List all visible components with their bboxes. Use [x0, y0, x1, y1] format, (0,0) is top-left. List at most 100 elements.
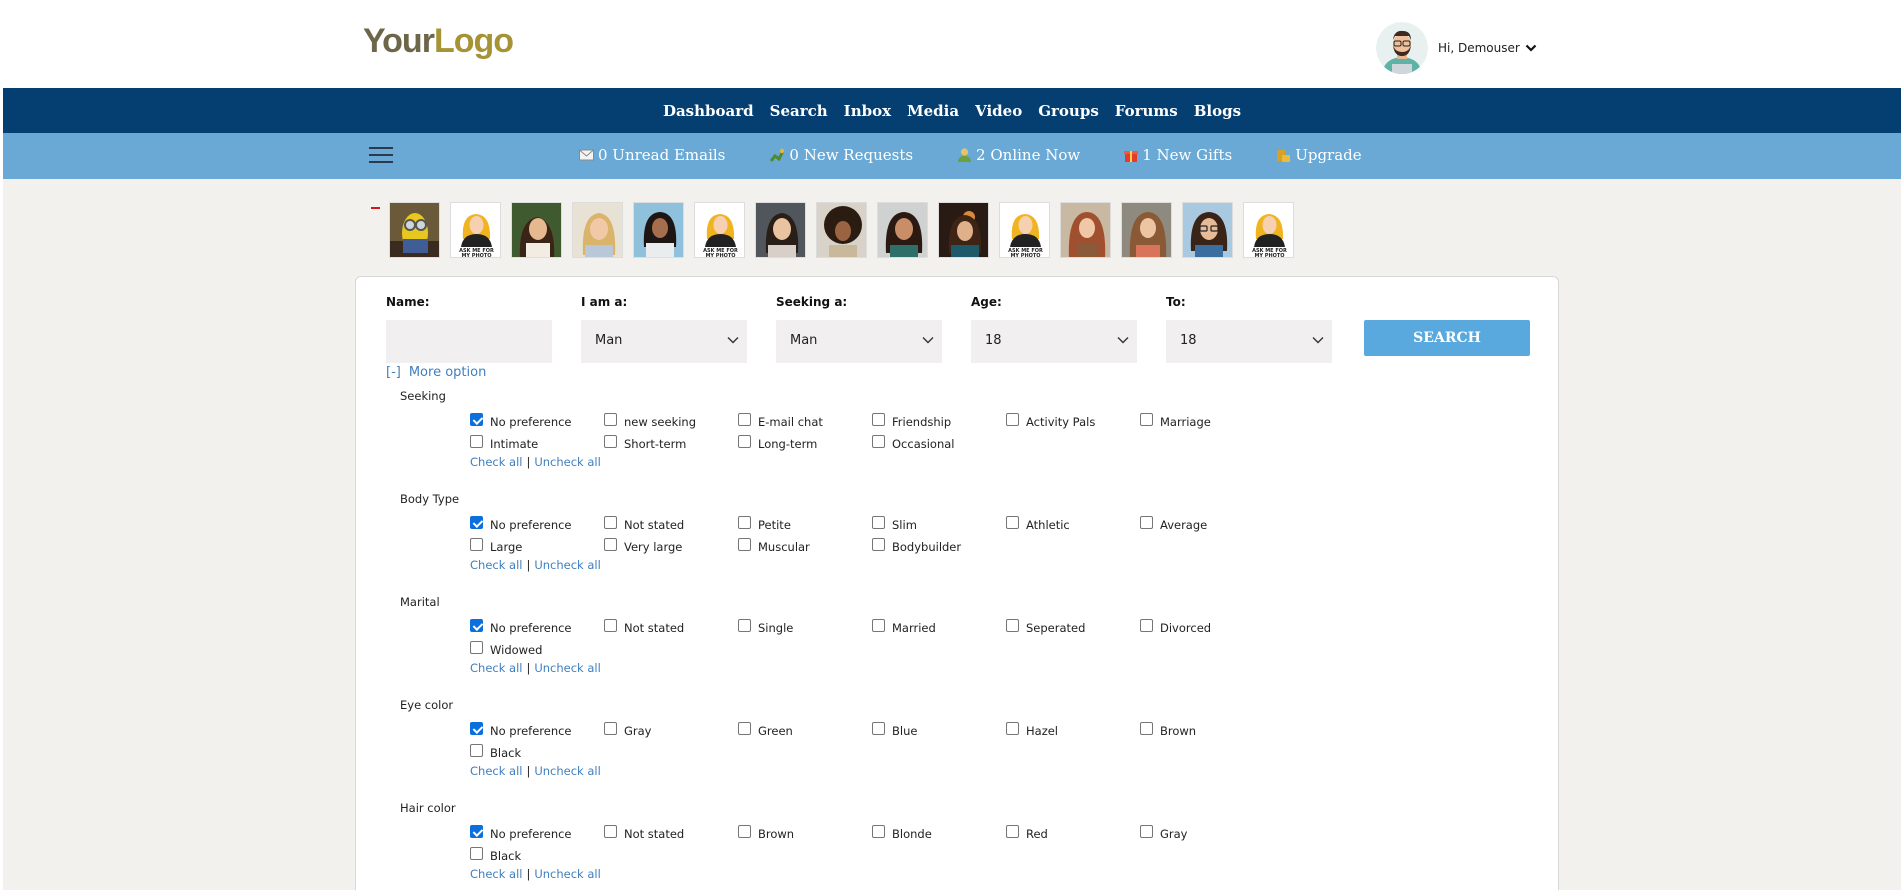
checkbox-option[interactable]: Black	[470, 847, 521, 863]
checkbox-option[interactable]: Seperated	[1006, 619, 1085, 635]
checkbox-option[interactable]: Not stated	[604, 825, 684, 841]
checkbox[interactable]	[1006, 413, 1019, 426]
checkbox[interactable]	[470, 744, 483, 757]
checkbox-option[interactable]: Marriage	[1140, 413, 1211, 429]
checkbox-option[interactable]: Activity Pals	[1006, 413, 1095, 429]
checkbox[interactable]	[738, 722, 751, 735]
checkbox-option[interactable]: Large	[470, 538, 522, 554]
checkbox-option[interactable]: E-mail chat	[738, 413, 823, 429]
checkbox-option[interactable]: No preference	[470, 413, 572, 429]
hamburger-menu-icon[interactable]	[369, 147, 393, 166]
checkbox[interactable]	[738, 435, 751, 448]
nav-groups[interactable]: Groups	[1038, 102, 1099, 120]
ask-for-photo-placeholder[interactable]: ASK ME FOR MY PHOTO	[450, 202, 501, 258]
checkbox-option[interactable]: Gray	[604, 722, 652, 738]
checkbox[interactable]	[470, 825, 483, 838]
checkbox[interactable]	[604, 722, 617, 735]
member-photo[interactable]	[389, 202, 440, 258]
checkbox[interactable]	[470, 641, 483, 654]
new-requests-link[interactable]: 0 New Requests	[769, 146, 913, 164]
checkbox-option[interactable]: No preference	[470, 825, 572, 841]
checkbox[interactable]	[1140, 516, 1153, 529]
member-photo[interactable]	[1060, 202, 1111, 258]
uncheck-all-link[interactable]: Uncheck all	[534, 764, 600, 778]
checkbox-option[interactable]: Not stated	[604, 516, 684, 532]
ask-for-photo-placeholder[interactable]: ASK ME FOR MY PHOTO	[694, 202, 745, 258]
checkbox[interactable]	[872, 413, 885, 426]
checkbox-option[interactable]: Brown	[738, 825, 794, 841]
checkbox[interactable]	[604, 825, 617, 838]
checkbox[interactable]	[470, 413, 483, 426]
checkbox-option[interactable]: Hazel	[1006, 722, 1058, 738]
checkbox-option[interactable]: Single	[738, 619, 793, 635]
checkbox[interactable]	[470, 722, 483, 735]
checkbox-option[interactable]: Black	[470, 744, 521, 760]
check-all-link[interactable]: Check all	[470, 764, 522, 778]
checkbox[interactable]	[470, 435, 483, 448]
checkbox-option[interactable]: Gray	[1140, 825, 1188, 841]
checkbox[interactable]	[872, 825, 885, 838]
collapse-photos-icon[interactable]	[371, 207, 380, 209]
checkbox[interactable]	[1006, 516, 1019, 529]
checkbox-option[interactable]: Red	[1006, 825, 1048, 841]
checkbox[interactable]	[1140, 619, 1153, 632]
nav-dashboard[interactable]: Dashboard	[663, 102, 754, 120]
member-photo[interactable]	[816, 202, 867, 258]
uncheck-all-link[interactable]: Uncheck all	[534, 455, 600, 469]
name-input[interactable]	[386, 320, 552, 363]
to-age-select[interactable]: 18	[1166, 320, 1332, 363]
checkbox[interactable]	[604, 516, 617, 529]
checkbox-option[interactable]: Friendship	[872, 413, 951, 429]
seeking-select[interactable]: Man	[776, 320, 942, 363]
checkbox-option[interactable]: Bodybuilder	[872, 538, 961, 554]
new-gifts-link[interactable]: 1 New Gifts	[1124, 146, 1232, 164]
checkbox[interactable]	[1006, 619, 1019, 632]
search-button[interactable]: SEARCH	[1364, 320, 1530, 356]
checkbox-option[interactable]: new seeking	[604, 413, 696, 429]
checkbox-option[interactable]: Brown	[1140, 722, 1196, 738]
member-photo[interactable]	[877, 202, 928, 258]
checkbox[interactable]	[738, 516, 751, 529]
user-menu[interactable]: Hi, Demouser	[1376, 22, 1537, 74]
chevron-down-icon[interactable]	[1525, 43, 1537, 53]
member-photo[interactable]	[572, 202, 623, 258]
uncheck-all-link[interactable]: Uncheck all	[534, 867, 600, 881]
checkbox[interactable]	[1006, 722, 1019, 735]
checkbox-option[interactable]: Average	[1140, 516, 1207, 532]
online-now-link[interactable]: 2 Online Now	[957, 146, 1080, 164]
user-avatar[interactable]	[1376, 22, 1428, 74]
checkbox-option[interactable]: No preference	[470, 722, 572, 738]
checkbox-option[interactable]: Blue	[872, 722, 917, 738]
checkbox-option[interactable]: Blonde	[872, 825, 932, 841]
uncheck-all-link[interactable]: Uncheck all	[534, 661, 600, 675]
checkbox-option[interactable]: Married	[872, 619, 936, 635]
checkbox[interactable]	[872, 516, 885, 529]
checkbox-option[interactable]: Occasional	[872, 435, 955, 451]
checkbox-option[interactable]: Not stated	[604, 619, 684, 635]
member-photo[interactable]	[633, 202, 684, 258]
more-options-toggle[interactable]: [-] More option	[386, 365, 486, 380]
nav-inbox[interactable]: Inbox	[844, 102, 891, 120]
nav-media[interactable]: Media	[907, 102, 959, 120]
site-logo[interactable]: YourLogo	[363, 22, 514, 61]
checkbox[interactable]	[738, 413, 751, 426]
checkbox-option[interactable]: Widowed	[470, 641, 542, 657]
check-all-link[interactable]: Check all	[470, 867, 522, 881]
checkbox[interactable]	[872, 538, 885, 551]
ask-for-photo-placeholder[interactable]: ASK ME FOR MY PHOTO	[999, 202, 1050, 258]
unread-emails-link[interactable]: 0 Unread Emails	[579, 146, 725, 164]
age-select[interactable]: 18	[971, 320, 1137, 363]
checkbox-option[interactable]: Green	[738, 722, 793, 738]
check-all-link[interactable]: Check all	[470, 455, 522, 469]
nav-video[interactable]: Video	[975, 102, 1022, 120]
checkbox[interactable]	[1140, 722, 1153, 735]
checkbox[interactable]	[1140, 825, 1153, 838]
checkbox[interactable]	[604, 413, 617, 426]
checkbox[interactable]	[872, 722, 885, 735]
member-photo[interactable]	[1182, 202, 1233, 258]
nav-forums[interactable]: Forums	[1115, 102, 1178, 120]
checkbox-option[interactable]: No preference	[470, 516, 572, 532]
checkbox-option[interactable]: Very large	[604, 538, 682, 554]
checkbox[interactable]	[470, 619, 483, 632]
user-greeting[interactable]: Hi, Demouser	[1438, 41, 1520, 55]
